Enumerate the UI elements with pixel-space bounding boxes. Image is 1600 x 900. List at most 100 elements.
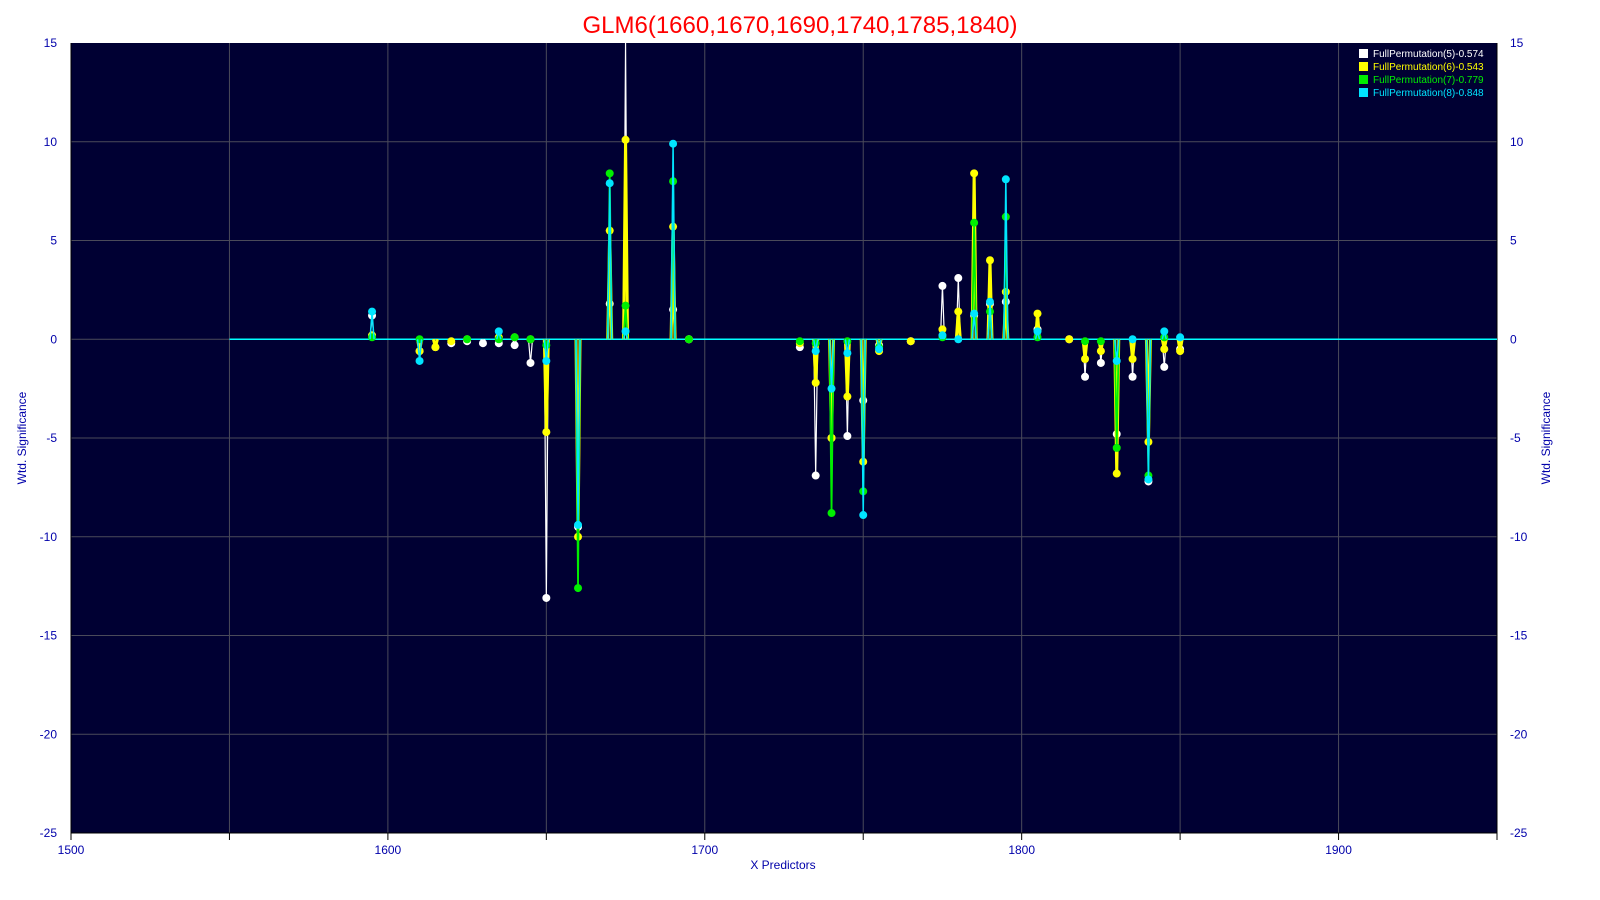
data-point [1128, 372, 1137, 381]
y-tick-label-right: -25 [1510, 826, 1528, 840]
data-point [574, 520, 583, 529]
data-point [621, 327, 630, 336]
data-point [368, 307, 377, 316]
y-tick-label-left: 5 [50, 234, 57, 248]
y-axis-label-right: Wtd. Significance [1539, 391, 1553, 484]
data-point [1144, 475, 1153, 484]
data-point [669, 139, 678, 148]
y-tick-label-left: -15 [40, 629, 58, 643]
y-tick-label-left: -20 [40, 727, 58, 741]
y-axis-label-left: Wtd. Significance [15, 391, 29, 484]
data-point [970, 309, 979, 318]
y-tick-label-left: 15 [44, 36, 58, 50]
data-point [542, 428, 551, 437]
x-tick-label: 1500 [58, 843, 85, 857]
legend-swatch [1359, 88, 1368, 97]
legend-label: FullPermutation(8)-0.848 [1373, 88, 1484, 99]
data-point [985, 256, 994, 265]
data-point [843, 349, 852, 358]
data-point [1065, 335, 1074, 344]
y-tick-label-right: -10 [1510, 530, 1528, 544]
data-point [811, 347, 820, 356]
data-point [526, 335, 535, 344]
legend-label: FullPermutation(5)-0.574 [1373, 49, 1484, 60]
y-tick-label-right: -15 [1510, 629, 1528, 643]
y-tick-label-left: -5 [46, 431, 57, 445]
data-point [843, 392, 852, 401]
data-point [494, 327, 503, 336]
data-point [1033, 309, 1042, 318]
data-point [1096, 358, 1105, 367]
data-point [1096, 337, 1105, 346]
x-tick-label: 1600 [375, 843, 402, 857]
data-point [985, 297, 994, 306]
y-tick-label-right: 15 [1510, 36, 1524, 50]
data-point [811, 378, 820, 387]
x-tick-label: 1900 [1325, 843, 1352, 857]
data-point [938, 281, 947, 290]
data-point [970, 218, 979, 227]
data-point [954, 335, 963, 344]
x-tick-label: 1700 [691, 843, 718, 857]
data-point [510, 341, 519, 350]
data-point [1112, 469, 1121, 478]
data-point [447, 337, 456, 346]
data-point [1033, 327, 1042, 336]
data-point [1160, 345, 1169, 354]
y-tick-label-left: -10 [40, 530, 58, 544]
data-point [605, 169, 614, 178]
data-point [1176, 347, 1185, 356]
y-tick-label-right: -5 [1510, 431, 1521, 445]
data-point [811, 471, 820, 480]
data-point [827, 509, 836, 518]
data-point [954, 307, 963, 316]
legend-label: FullPermutation(6)-0.543 [1373, 62, 1484, 73]
data-point [1081, 355, 1090, 363]
x-axis-label: X Predictors [750, 858, 815, 872]
data-point [542, 593, 551, 602]
y-tick-label-left: 0 [50, 332, 57, 346]
data-point [811, 339, 820, 348]
data-point [1081, 337, 1090, 346]
data-point [1128, 355, 1137, 363]
data-point [1176, 333, 1185, 342]
y-tick-label-right: -20 [1510, 727, 1528, 741]
data-point [938, 331, 947, 340]
data-point [463, 335, 472, 344]
data-point [954, 274, 963, 283]
data-point [478, 339, 487, 348]
data-point [1096, 347, 1105, 356]
data-point [684, 335, 693, 344]
data-point [970, 169, 979, 178]
data-point [1128, 335, 1137, 344]
data-point [605, 179, 614, 188]
chart: GLM6(1660,1670,1690,1740,1785,1840) 1500… [0, 0, 1600, 900]
y-tick-label-right: 10 [1510, 135, 1524, 149]
data-point [1001, 287, 1010, 296]
data-point [510, 333, 519, 342]
data-point [795, 337, 804, 346]
data-point [875, 345, 884, 354]
data-point [526, 358, 535, 367]
data-point [542, 356, 551, 365]
data-point [843, 432, 852, 441]
legend-swatch [1359, 75, 1368, 84]
data-point [1160, 327, 1169, 336]
data-point [906, 337, 915, 346]
data-point [1112, 443, 1121, 452]
data-point [827, 384, 836, 393]
data-point [1081, 372, 1090, 381]
data-point [415, 356, 424, 365]
x-tick-label: 1800 [1008, 843, 1035, 857]
data-point [542, 341, 551, 350]
y-tick-label-right: 0 [1510, 332, 1517, 346]
y-tick-label-left: 10 [44, 135, 58, 149]
data-point [621, 301, 630, 310]
data-point [621, 135, 630, 144]
legend-swatch [1359, 49, 1368, 58]
data-point [1160, 362, 1169, 371]
data-point [415, 335, 424, 344]
data-point [431, 343, 440, 352]
y-tick-label-left: -25 [40, 826, 58, 840]
data-point [1112, 356, 1121, 365]
